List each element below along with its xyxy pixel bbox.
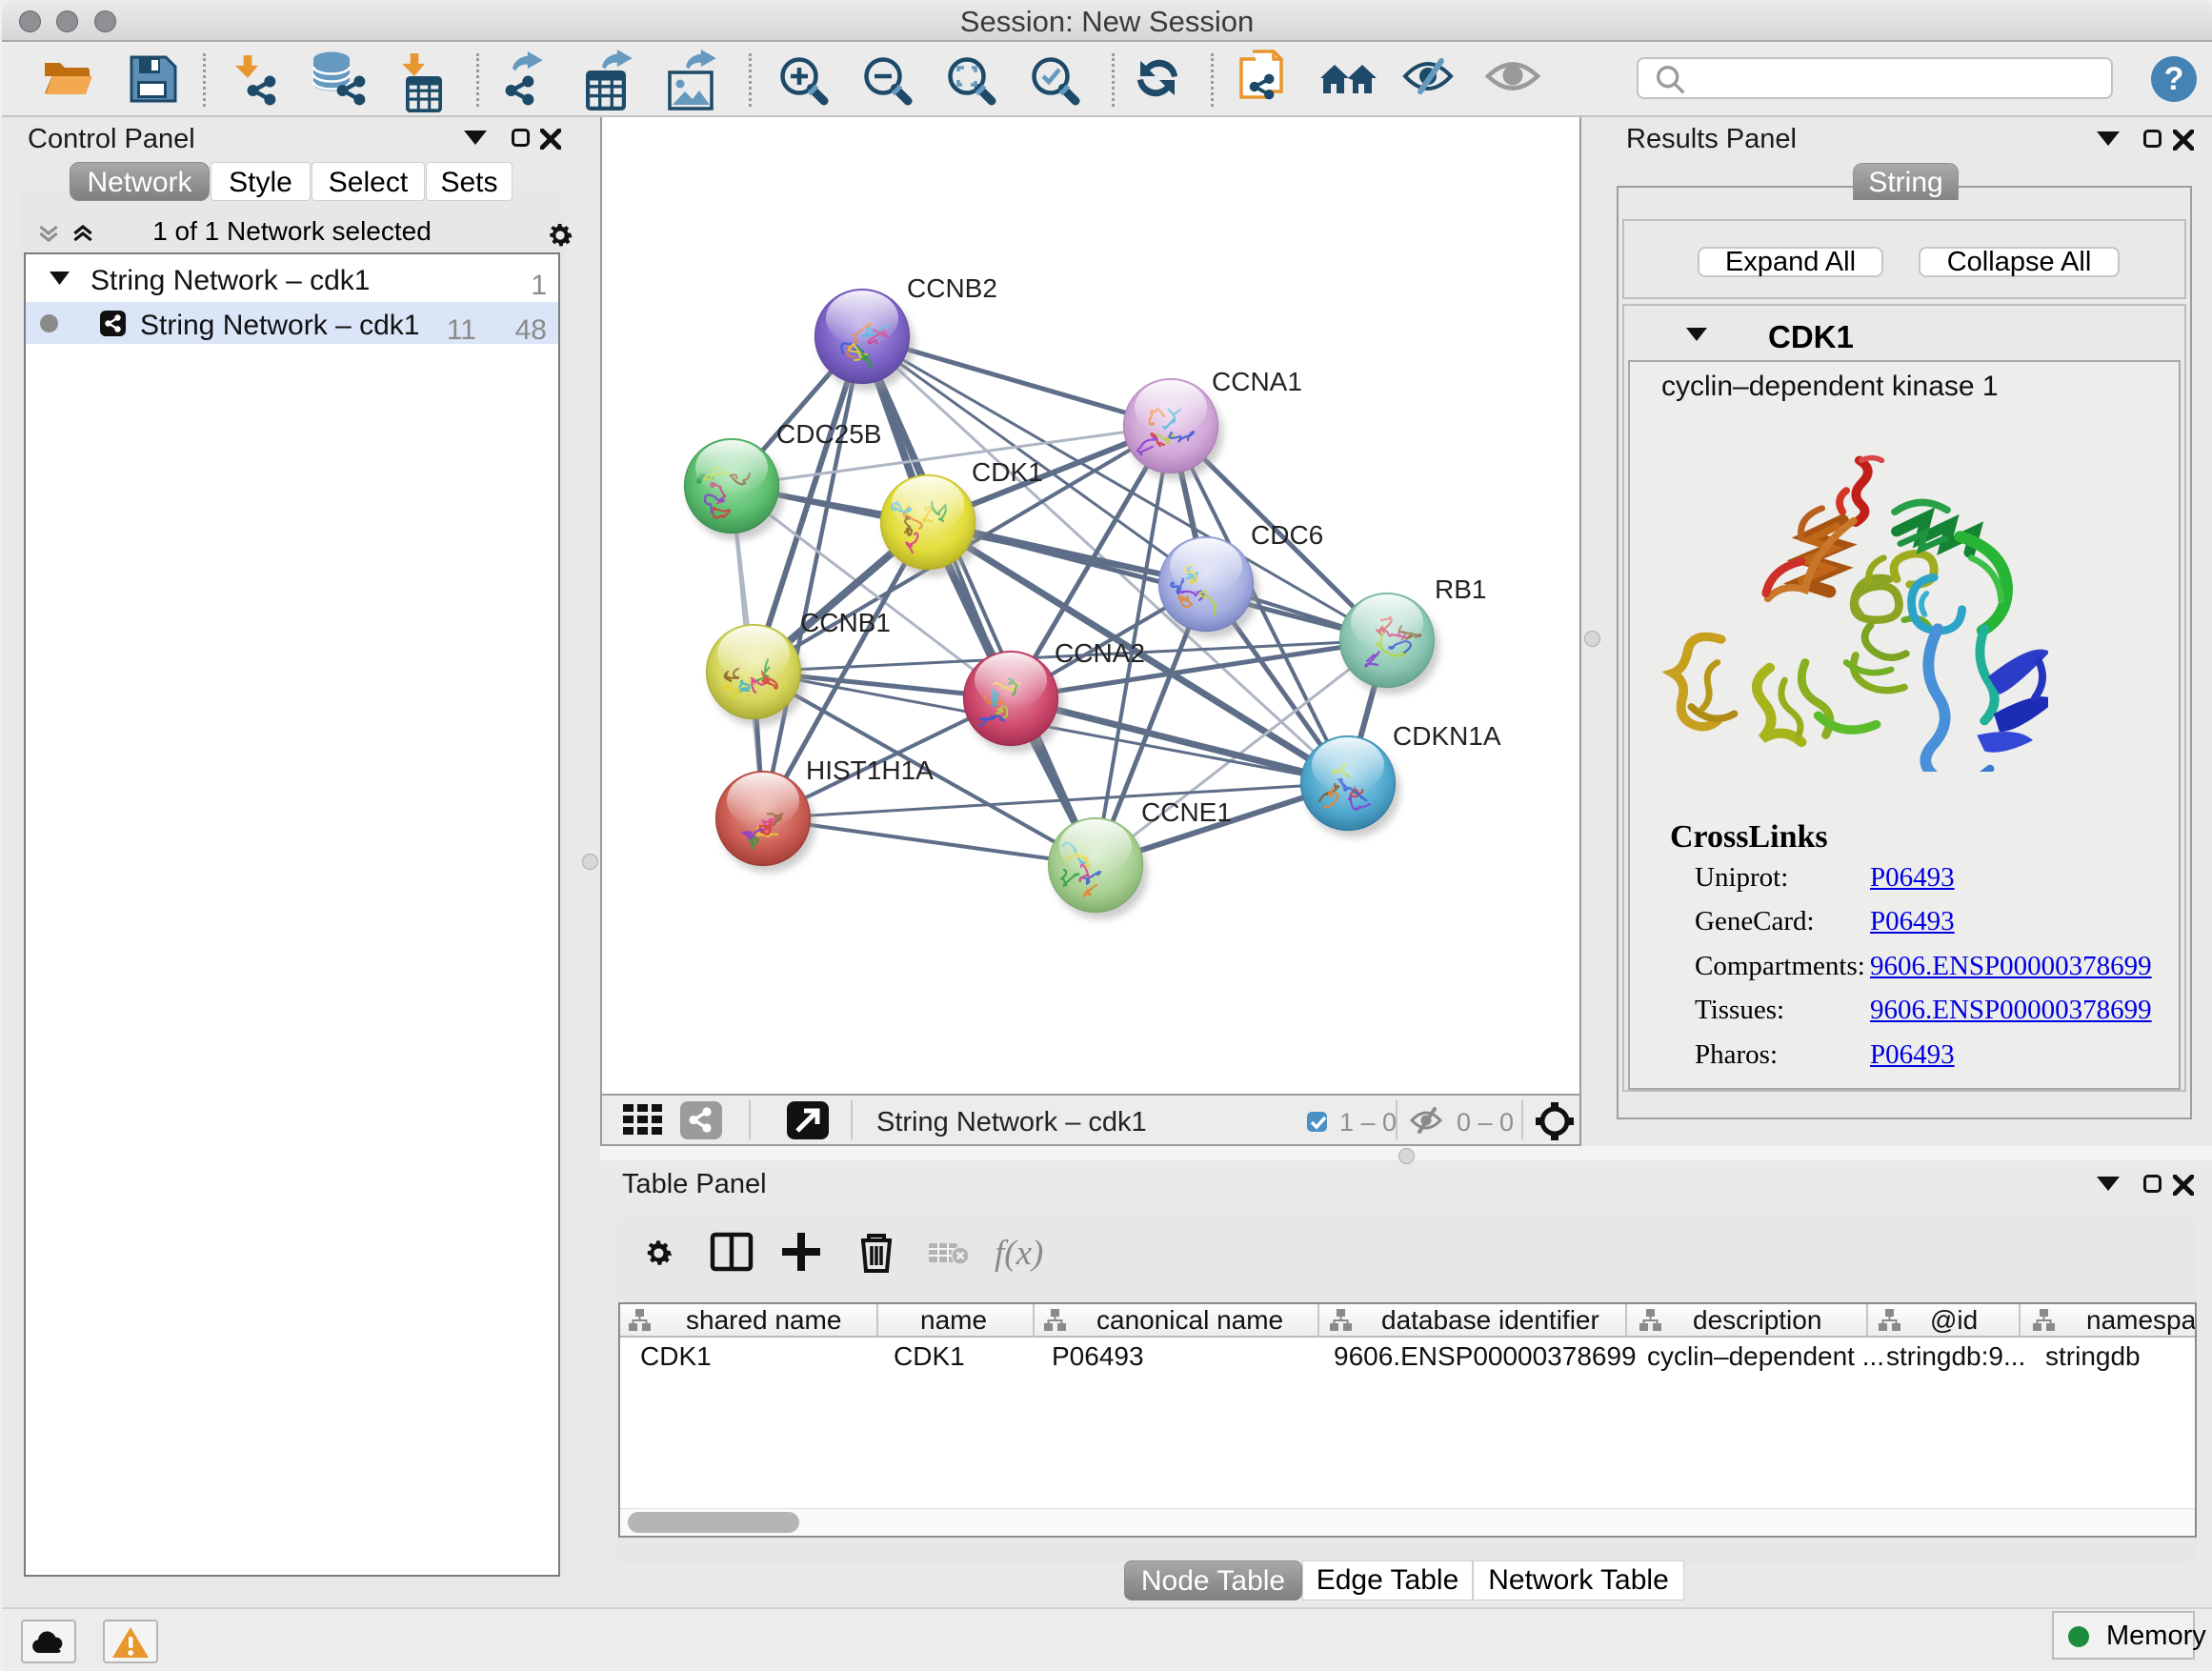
svg-text:description: description: [1693, 1305, 1821, 1335]
svg-text:shared name: shared name: [686, 1305, 841, 1335]
svg-text:HIST1H1A: HIST1H1A: [806, 755, 934, 785]
svg-text:name: name: [920, 1305, 987, 1335]
svg-text:CDK1: CDK1: [972, 457, 1043, 487]
svg-text:CCNA2: CCNA2: [1055, 638, 1145, 668]
svg-text:CCNB2: CCNB2: [907, 273, 997, 303]
svg-text:@id: @id: [1930, 1305, 1978, 1335]
svg-text:CCNB1: CCNB1: [800, 608, 891, 637]
svg-text:CDKN1A: CDKN1A: [1393, 721, 1501, 751]
svg-text:f(x): f(x): [995, 1234, 1043, 1273]
svg-text:CCNE1: CCNE1: [1141, 797, 1232, 827]
svg-text:?: ?: [2164, 61, 2184, 97]
svg-text:CCNA1: CCNA1: [1212, 367, 1302, 396]
svg-text:namespace: namespace: [2086, 1305, 2195, 1335]
svg-text:canonical name: canonical name: [1096, 1305, 1283, 1335]
svg-text:database identifier: database identifier: [1381, 1305, 1599, 1335]
svg-text:String Network – cdk1: String Network – cdk1: [876, 1107, 1147, 1137]
svg-text:RB1: RB1: [1435, 574, 1486, 604]
svg-text:CDC6: CDC6: [1251, 520, 1323, 550]
svg-text:CDC25B: CDC25B: [776, 419, 881, 449]
svg-text:0 – 0: 0 – 0: [1457, 1108, 1514, 1137]
svg-text:1 – 0: 1 – 0: [1339, 1108, 1397, 1137]
